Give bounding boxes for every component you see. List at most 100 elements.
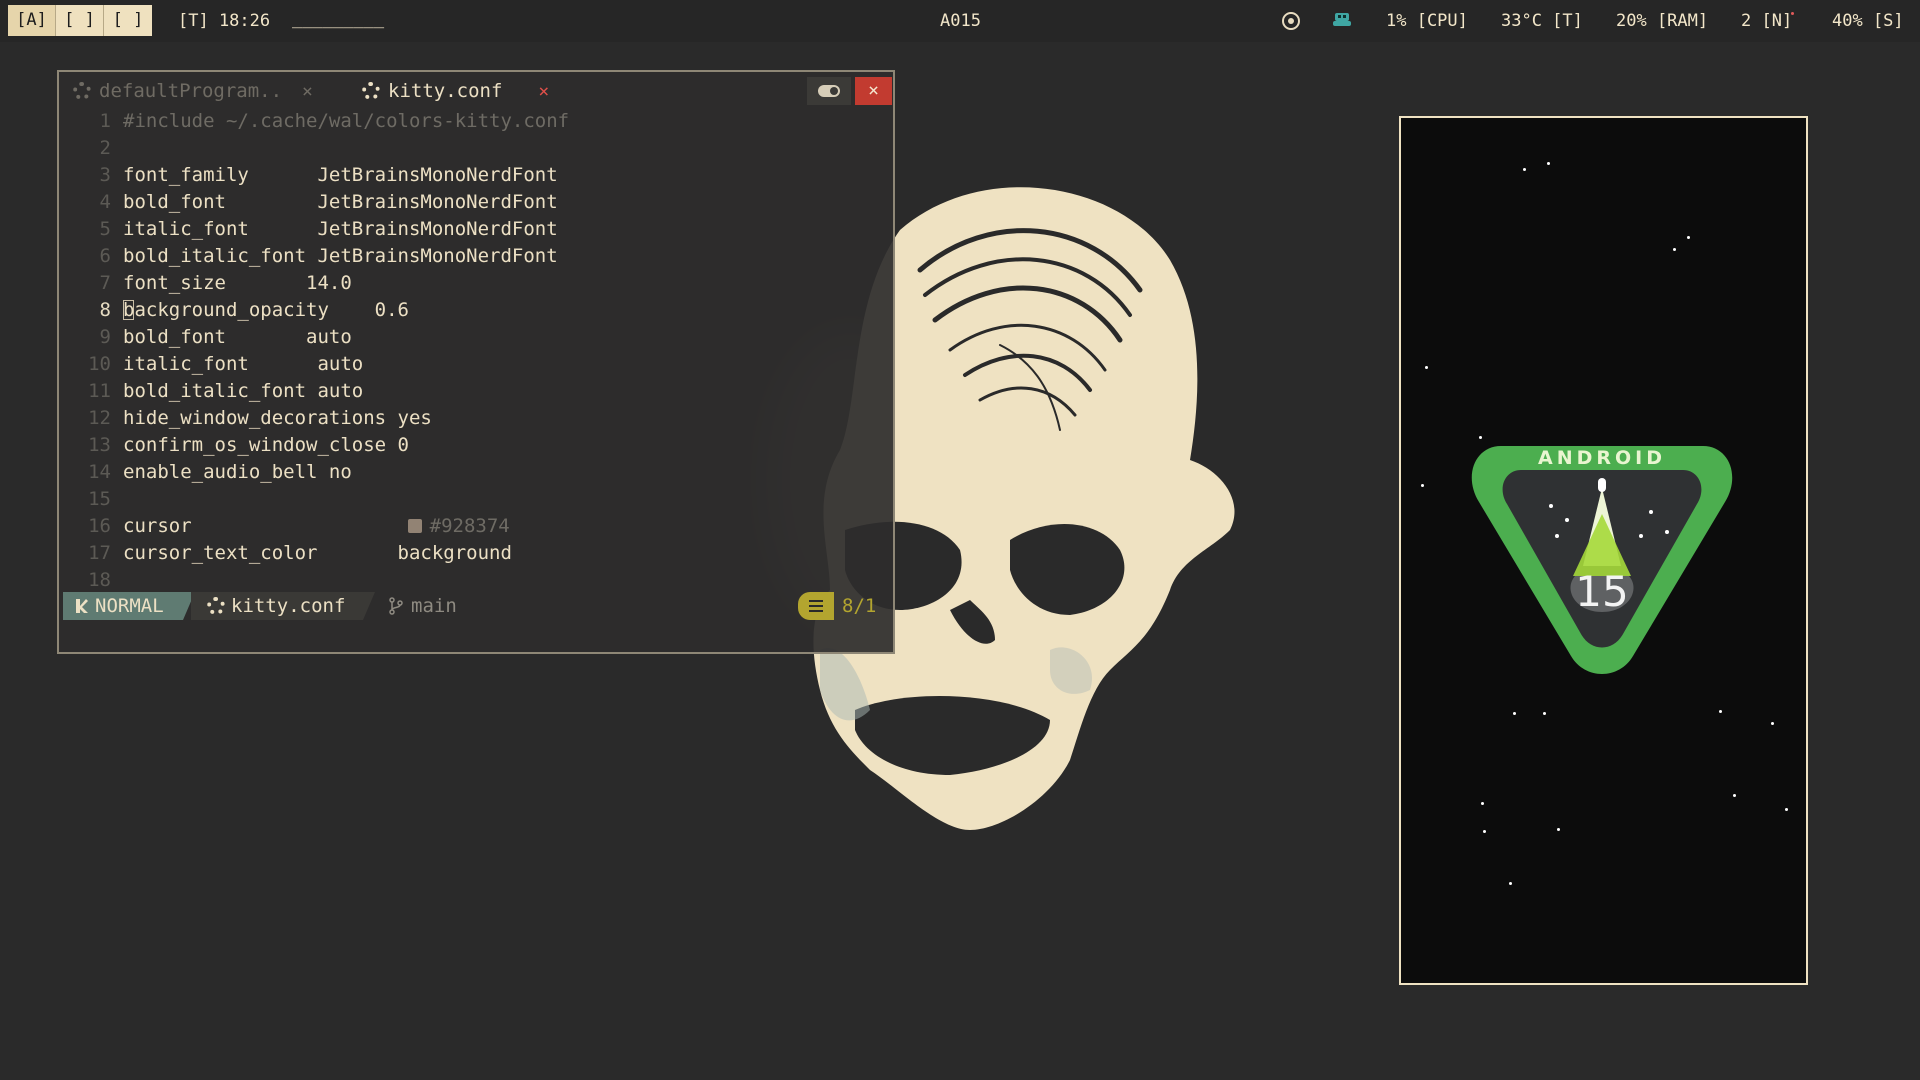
line-text: italic_font JetBrainsMonoNerdFont: [123, 218, 558, 240]
line-number: 1: [99, 110, 111, 132]
code-line: 6 bold_italic_font JetBrainsMonoNerdFont: [59, 243, 893, 270]
terminal-window[interactable]: defaultProgram.. × kitty.conf × × 1 #incl…: [57, 70, 895, 654]
mode-indicator: NORMAL: [63, 592, 195, 620]
line-number: 2: [99, 137, 111, 159]
gear-icon: [362, 82, 380, 100]
vim-icon: [76, 599, 88, 613]
star: [1719, 710, 1722, 713]
line-text-value: #928374: [429, 515, 510, 537]
line-text: font_size 14.0: [123, 272, 352, 294]
code-line: 10 italic_font auto: [59, 351, 893, 378]
workspace-switcher: [A] [ ] [ ]: [8, 5, 152, 36]
code-line: 13 confirm_os_window_close 0: [59, 432, 893, 459]
star: [1421, 484, 1424, 487]
code-buffer[interactable]: 1 #include ~/.cache/wal/colors-kitty.conf…: [59, 108, 893, 594]
line-text: cursor_text_color background: [123, 542, 512, 564]
line-number: 17: [88, 542, 111, 564]
code-line: 9 bold_font auto: [59, 324, 893, 351]
tab-label: kitty.conf: [388, 80, 503, 102]
line-text: enable_audio_bell no: [123, 461, 352, 483]
code-line: 3 font_family JetBrainsMonoNerdFont: [59, 162, 893, 189]
window-close-button[interactable]: ×: [855, 77, 892, 105]
code-line: 11 bold_italic_font auto: [59, 378, 893, 405]
code-line: 7 font_size 14.0: [59, 270, 893, 297]
line-number: 7: [99, 272, 111, 294]
line-text: hide_window_decorations yes: [123, 407, 432, 429]
storage-usage: 40% [S]: [1832, 11, 1904, 31]
center-title: A015: [940, 11, 981, 31]
line-number: 9: [99, 326, 111, 348]
line-number: 3: [99, 164, 111, 186]
line-number: 10: [88, 353, 111, 375]
status-branch: main: [389, 592, 457, 620]
code-line: 17 cursor_text_color background: [59, 540, 893, 567]
workspace-1[interactable]: [A]: [8, 5, 56, 36]
code-line: 4 bold_font JetBrainsMonoNerdFont: [59, 189, 893, 216]
code-line: 18: [59, 567, 893, 594]
star: [1547, 162, 1550, 165]
line-text-key: cursor: [123, 515, 192, 537]
line-text: bold_font auto: [123, 326, 352, 348]
toggle-button[interactable]: [807, 77, 851, 105]
line-text: italic_font auto: [123, 353, 364, 375]
toggle-icon: [818, 85, 840, 97]
tab-close-icon[interactable]: ×: [302, 81, 313, 102]
star: [1523, 168, 1526, 171]
line-number: 18: [88, 569, 111, 591]
line-number: 11: [88, 380, 111, 402]
star: [1509, 882, 1512, 885]
color-swatch: [407, 519, 422, 533]
line-text: background_opacity 0.6: [123, 297, 409, 324]
code-line: 2: [59, 135, 893, 162]
line-number: 16: [88, 515, 111, 537]
status-file: kitty.conf: [191, 592, 375, 620]
line-text: confirm_os_window_close 0: [123, 434, 409, 456]
line-text: cursor #928374: [123, 513, 510, 540]
code-line: 16 cursor #928374: [59, 513, 893, 540]
code-line: 1 #include ~/.cache/wal/colors-kitty.conf: [59, 108, 893, 135]
line-text-content: background_opacity 0.6: [123, 299, 409, 321]
docker-icon[interactable]: [1332, 11, 1352, 29]
cursor-position: 8/1: [842, 595, 877, 617]
status-file-label: kitty.conf: [231, 595, 346, 617]
line-number: 15: [88, 488, 111, 510]
tab-default-program[interactable]: defaultProgram.. ×: [73, 78, 313, 104]
branch-label: main: [411, 595, 457, 617]
code-line: 14 enable_audio_bell no: [59, 459, 893, 486]
line-number: 14: [88, 461, 111, 483]
code-line: 5 italic_font JetBrainsMonoNerdFont: [59, 216, 893, 243]
star: [1513, 712, 1516, 715]
line-text: #include ~/.cache/wal/colors-kitty.conf: [123, 110, 570, 132]
tab-kitty-conf[interactable]: kitty.conf ×: [362, 78, 549, 104]
line-number: 12: [88, 407, 111, 429]
line-text: bold_italic_font auto: [123, 380, 364, 402]
editor-tabbar: defaultProgram.. × kitty.conf × ×: [59, 72, 893, 108]
cpu-usage: 1% [CPU]: [1386, 11, 1468, 31]
code-line: 12 hide_window_decorations yes: [59, 405, 893, 432]
code-line: 15: [59, 486, 893, 513]
line-text: bold_italic_font JetBrainsMonoNerdFont: [123, 245, 558, 267]
android-version: 15: [1575, 567, 1628, 616]
line-text: font_family JetBrainsMonoNerdFont: [123, 164, 558, 186]
notification-dot: [1791, 12, 1794, 15]
network-icon[interactable]: [1282, 12, 1300, 30]
position-icon: [798, 592, 834, 620]
line-number: 6: [99, 245, 111, 267]
line-number: 8: [99, 299, 111, 321]
star: [1543, 712, 1546, 715]
mode-label: NORMAL: [95, 595, 164, 617]
window-title-placeholder: _________: [292, 9, 385, 29]
status-line: NORMAL kitty.conf main 8/1: [63, 592, 889, 620]
line-number: 4: [99, 191, 111, 213]
star: [1673, 248, 1676, 251]
temperature: 33°C [T]: [1501, 11, 1583, 31]
workspace-2[interactable]: [ ]: [56, 5, 104, 36]
star: [1687, 236, 1690, 239]
ram-usage: 20% [RAM]: [1616, 11, 1709, 31]
notification-count[interactable]: 2 [N]: [1741, 11, 1792, 31]
code-line-current: 8 background_opacity 0.6: [59, 297, 893, 324]
line-number: 13: [88, 434, 111, 456]
workspace-3[interactable]: [ ]: [104, 5, 152, 36]
star: [1481, 802, 1484, 805]
tab-close-icon[interactable]: ×: [538, 81, 549, 102]
